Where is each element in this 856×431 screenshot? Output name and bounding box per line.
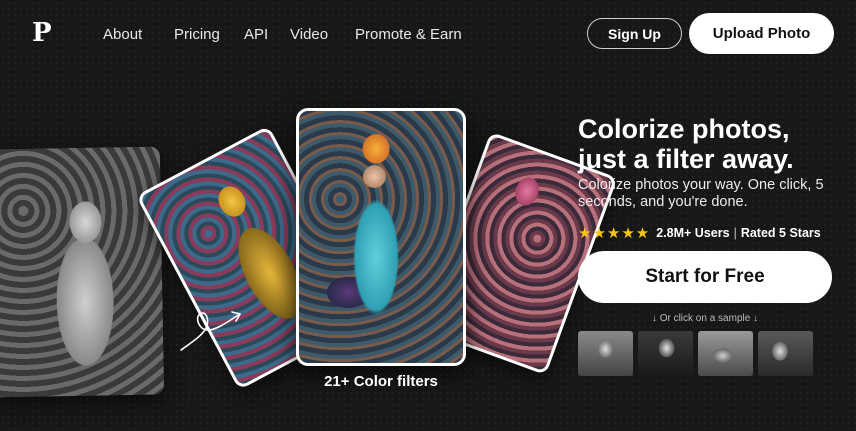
sample-thumbnail[interactable] [698,331,753,376]
sample-thumbnail[interactable] [578,331,633,376]
hero-subtitle: Colorize photos your way. One click, 5 s… [578,177,824,210]
curly-arrow-icon [180,311,241,351]
brand-logo[interactable]: P [32,20,52,46]
hero-title-line1: Colorize photos, [578,114,790,144]
nav-video[interactable]: Video [290,26,328,43]
rating-separator: | [733,226,737,240]
hero-title: Colorize photos, just a filter away. [578,114,848,174]
sample-thumbnail[interactable] [758,331,813,376]
sign-up-button[interactable]: Sign Up [587,18,682,49]
user-count: 2.8M+ Users [656,226,730,240]
sample-thumbnail[interactable] [638,331,693,376]
start-for-free-button[interactable]: Start for Free [578,251,832,303]
nav-promote-earn[interactable]: Promote & Earn [355,26,462,43]
star-icon: ★★★★★ [578,225,651,242]
color-filters-caption: 21+ Color filters [324,373,438,390]
sample-hint: ↓ Or click on a sample ↓ [651,313,759,324]
original-bw-photo [0,146,165,398]
nav-about[interactable]: About [103,26,142,43]
nav-api[interactable]: API [244,26,268,43]
upload-photo-button[interactable]: Upload Photo [689,13,834,54]
rating-label: Rated 5 Stars [740,226,821,240]
hero-title-line2: just a filter away. [578,144,794,174]
rating-row: ★★★★★ 2.8M+ Users | Rated 5 Stars [578,224,821,242]
sample-thumbnails [578,331,813,376]
nav-pricing[interactable]: Pricing [174,26,220,43]
filtered-photo-main [296,108,466,366]
